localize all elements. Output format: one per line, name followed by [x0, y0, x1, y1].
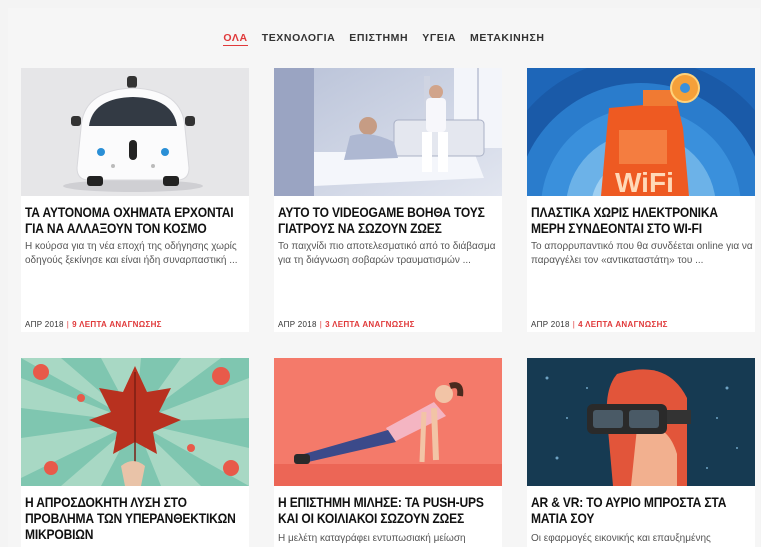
- article-excerpt: Το απορρυπαντικό που θα συνδέεται online…: [531, 241, 753, 266]
- article-card[interactable]: ΑΥΤΟ ΤΟ VIDEOGAME ΒΟΗΘΑ ΤΟΥΣ ΓΙΑΤΡΟΥΣ ΝΑ…: [274, 68, 502, 332]
- nav-item-science[interactable]: ΕΠΙΣΤΗΜΗ: [349, 32, 408, 46]
- article-excerpt: Το παιχνίδι πιο αποτελεσματικό από το δι…: [278, 241, 496, 266]
- article-read-time: 3 ΛΕΠΤΑ ΑΝΑΓΝΩΣΗΣ: [325, 320, 415, 329]
- category-nav: ΟΛΑ ΤΕΧΝΟΛΟΓΙΑ ΕΠΙΣΤΗΜΗ ΥΓΕΙΑ ΜΕΤΑΚΙΝΗΣΗ: [8, 32, 760, 46]
- article-meta: ΑΠΡ 2018 | 4 ΛΕΠΤΑ ΑΝΑΓΝΩΣΗΣ: [531, 320, 668, 329]
- article-date: ΑΠΡ 2018: [25, 320, 64, 329]
- article-date: ΑΠΡ 2018: [531, 320, 570, 329]
- nav-item-health[interactable]: ΥΓΕΙΑ: [422, 32, 456, 46]
- svg-text:WiFi: WiFi: [615, 167, 674, 196]
- article-image-self-driving-car[interactable]: [21, 68, 249, 196]
- article-meta: ΑΠΡ 2018 | 9 ΛΕΠΤΑ ΑΝΑΓΝΩΣΗΣ: [25, 320, 162, 329]
- nav-item-technology[interactable]: ΤΕΧΝΟΛΟΓΙΑ: [262, 32, 336, 46]
- article-image-leaf[interactable]: [21, 358, 249, 486]
- article-image-vr[interactable]: [527, 358, 755, 486]
- nav-item-mobility[interactable]: ΜΕΤΑΚΙΝΗΣΗ: [470, 32, 545, 46]
- article-title[interactable]: AR & VR: ΤΟ ΑΥΡΙΟ ΜΠΡΟΣΤΑ ΣΤΑ ΜΑΤΙΑ ΣΟΥ: [531, 494, 753, 526]
- article-excerpt: Η μελέτη καταγράφει εντυπωσιακή μείωση: [278, 533, 466, 544]
- push-up-icon: [274, 358, 502, 486]
- nav-item-all[interactable]: ΟΛΑ: [223, 32, 248, 46]
- vr-headset-icon: [527, 358, 755, 486]
- article-card[interactable]: ΤΑ ΑΥΤΟΝΟΜΑ ΟΧΗΜΑΤΑ ΕΡΧΟΝΤΑΙ ΓΙΑ ΝΑ ΑΛΛΑ…: [21, 68, 249, 332]
- article-image-hospital[interactable]: [274, 68, 502, 196]
- article-card[interactable]: Η ΕΠΙΣΤΗΜΗ ΜΙΛΗΣΕ: ΤΑ PUSH-UPS ΚΑΙ ΟΙ ΚΟ…: [274, 358, 502, 547]
- article-read-time: 9 ΛΕΠΤΑ ΑΝΑΓΝΩΣΗΣ: [72, 320, 162, 329]
- page: ΟΛΑ ΤΕΧΝΟΛΟΓΙΑ ΕΠΙΣΤΗΜΗ ΥΓΕΙΑ ΜΕΤΑΚΙΝΗΣΗ: [8, 8, 760, 547]
- article-title[interactable]: ΤΑ ΑΥΤΟΝΟΜΑ ΟΧΗΜΑΤΑ ΕΡΧΟΝΤΑΙ ΓΙΑ ΝΑ ΑΛΛΑ…: [25, 204, 247, 236]
- article-card[interactable]: AR & VR: ΤΟ ΑΥΡΙΟ ΜΠΡΟΣΤΑ ΣΤΑ ΜΑΤΙΑ ΣΟΥ …: [527, 358, 755, 547]
- article-title[interactable]: Η ΕΠΙΣΤΗΜΗ ΜΙΛΗΣΕ: ΤΑ PUSH-UPS ΚΑΙ ΟΙ ΚΟ…: [278, 494, 500, 526]
- article-title[interactable]: ΑΥΤΟ ΤΟ VIDEOGAME ΒΟΗΘΑ ΤΟΥΣ ΓΙΑΤΡΟΥΣ ΝΑ…: [278, 204, 500, 236]
- self-driving-car-icon: [21, 68, 249, 196]
- article-excerpt: Η κούρσα για τη νέα εποχή της οδήγησης χ…: [25, 241, 238, 266]
- leaf-icon: [21, 358, 249, 486]
- article-card[interactable]: WiFi ΠΛΑΣΤΙΚΑ ΧΩΡΙΣ ΗΛΕΚΤΡΟΝΙΚΑ ΜΕΡΗ ΣΥΝ…: [527, 68, 755, 332]
- article-image-push-up[interactable]: [274, 358, 502, 486]
- wifi-bottle-icon: WiFi: [527, 68, 755, 196]
- hospital-room-icon: [274, 68, 502, 196]
- article-image-wifi-bottle[interactable]: WiFi: [527, 68, 755, 196]
- article-title[interactable]: ΠΛΑΣΤΙΚΑ ΧΩΡΙΣ ΗΛΕΚΤΡΟΝΙΚΑ ΜΕΡΗ ΣΥΝΔΕΟΝΤ…: [531, 204, 753, 236]
- article-card[interactable]: Η ΑΠΡΟΣΔΟΚΗΤΗ ΛΥΣΗ ΣΤΟ ΠΡΟΒΛΗΜΑ ΤΩΝ ΥΠΕΡ…: [21, 358, 249, 547]
- article-excerpt: Οι εφαρμογές εικονικής και επαυξημένης: [531, 533, 711, 544]
- article-read-time: 4 ΛΕΠΤΑ ΑΝΑΓΝΩΣΗΣ: [578, 320, 668, 329]
- article-date: ΑΠΡ 2018: [278, 320, 317, 329]
- article-title[interactable]: Η ΑΠΡΟΣΔΟΚΗΤΗ ΛΥΣΗ ΣΤΟ ΠΡΟΒΛΗΜΑ ΤΩΝ ΥΠΕΡ…: [25, 494, 247, 542]
- article-meta: ΑΠΡ 2018 | 3 ΛΕΠΤΑ ΑΝΑΓΝΩΣΗΣ: [278, 320, 415, 329]
